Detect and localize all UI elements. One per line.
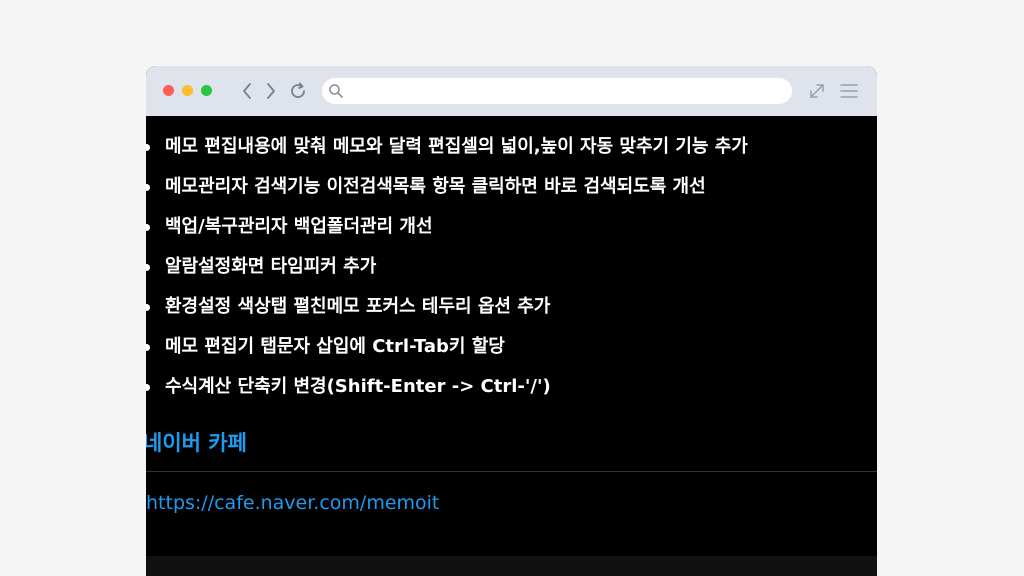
forward-button[interactable] (260, 79, 282, 103)
changelog-item-text: 환경설정 색상탭 펼친메모 포커스 테두리 옵션 추가 (165, 296, 551, 317)
bullet-dot (146, 344, 150, 351)
browser-toolbar (146, 66, 877, 116)
chevron-right-icon (267, 83, 275, 99)
page-content: 메모 편집내용에 맞춰 메모와 달력 편집셀의 넓이,높이 자동 맞추기 기능 … (146, 116, 877, 576)
minimize-window-button[interactable] (182, 85, 193, 96)
bullet-dot (146, 224, 150, 231)
bullet-dot (146, 384, 150, 391)
bullet-dot (146, 304, 150, 311)
changelog-item-text: 백업/복구관리자 백업폴더관리 개선 (165, 216, 433, 237)
changelog-item: 메모 편집내용에 맞춰 메모와 달력 편집셀의 넓이,높이 자동 맞추기 기능 … (146, 134, 877, 160)
changelog-item-text: 메모 편집내용에 맞춰 메모와 달력 편집셀의 넓이,높이 자동 맞추기 기능 … (165, 136, 748, 157)
bullet-dot (146, 144, 150, 151)
back-button[interactable] (236, 79, 258, 103)
footer-band (146, 556, 877, 576)
search-icon (329, 84, 343, 98)
close-window-button[interactable] (163, 85, 174, 96)
changelog-item-text: 메모관리자 검색기능 이전검색목록 항목 클릭하면 바로 검색되도록 개선 (165, 176, 706, 197)
changelog-item-text: 메모 편집기 탭문자 삽입에 Ctrl-Tab키 할당 (165, 336, 505, 357)
address-bar[interactable] (322, 78, 792, 104)
cafe-link[interactable]: https://cafe.naver.com/memoit (146, 489, 439, 517)
cafe-section-title: 네이버 카페 (146, 431, 247, 455)
hamburger-menu-icon (840, 84, 858, 98)
section-divider (146, 471, 877, 472)
changelog-item-text: 수식계산 단축키 변경(Shift-Enter -> Ctrl-'/') (165, 376, 551, 397)
changelog-item: 환경설정 색상탭 펼친메모 포커스 테두리 옵션 추가 (146, 294, 877, 320)
chevron-left-icon (243, 83, 251, 99)
browser-window: 메모 편집내용에 맞춰 메모와 달력 편집셀의 넓이,높이 자동 맞추기 기능 … (146, 66, 877, 576)
menu-button[interactable] (838, 79, 860, 103)
url-input[interactable] (348, 81, 782, 103)
changelog-item-text: 알람설정화면 타임피커 추가 (165, 256, 377, 277)
changelog-item: 알람설정화면 타임피커 추가 (146, 254, 877, 280)
maximize-window-button[interactable] (201, 85, 212, 96)
expand-icon (810, 84, 824, 98)
changelog-item: 백업/복구관리자 백업폴더관리 개선 (146, 214, 877, 240)
reload-icon (291, 82, 305, 98)
changelog-item: 메모 편집기 탭문자 삽입에 Ctrl-Tab키 할당 (146, 334, 877, 360)
reload-button[interactable] (287, 79, 309, 103)
changelog-item: 메모관리자 검색기능 이전검색목록 항목 클릭하면 바로 검색되도록 개선 (146, 174, 877, 200)
expand-button[interactable] (806, 79, 828, 103)
bullet-dot (146, 264, 150, 271)
bullet-dot (146, 184, 150, 191)
changelog-item: 수식계산 단축키 변경(Shift-Enter -> Ctrl-'/') (146, 374, 877, 400)
screen-background: 메모 편집내용에 맞춰 메모와 달력 편집셀의 넓이,높이 자동 맞추기 기능 … (0, 0, 1024, 576)
